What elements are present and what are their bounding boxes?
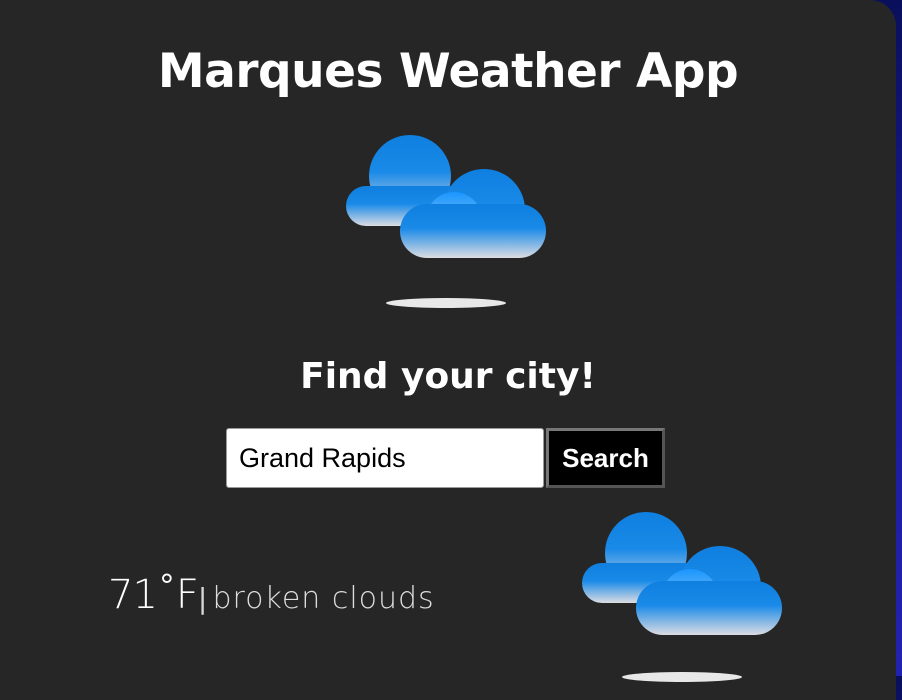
broken-clouds-icon xyxy=(582,512,782,635)
search-button[interactable]: Search xyxy=(546,428,665,488)
city-search-input[interactable] xyxy=(226,428,544,488)
separator: | xyxy=(197,582,208,615)
temperature-value: 71˚F xyxy=(108,572,199,618)
broken-clouds-icon xyxy=(346,135,546,258)
current-weather-readout: 71˚F| broken clouds xyxy=(108,572,435,618)
icon-shadow xyxy=(622,672,742,682)
app-title: Marques Weather App xyxy=(157,44,739,99)
icon-shadow xyxy=(386,298,506,308)
weather-card: Marques Weather App Find your city! Gran… xyxy=(0,0,896,700)
weather-description: broken clouds xyxy=(212,581,435,616)
search-heading: Find your city! xyxy=(300,356,596,397)
